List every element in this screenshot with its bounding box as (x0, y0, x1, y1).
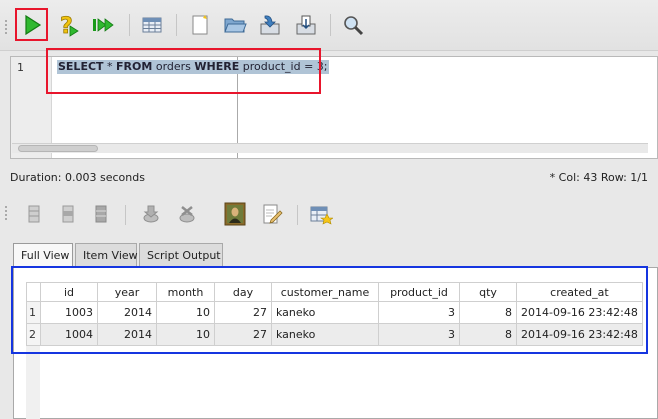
column-button[interactable] (88, 201, 114, 227)
editor-horizontal-scrollbar[interactable] (12, 143, 648, 153)
commit-button[interactable] (138, 201, 164, 227)
save-button[interactable] (257, 12, 283, 38)
pencil-document-icon (263, 204, 283, 224)
run-button-highlight (15, 8, 48, 41)
tab-script-output[interactable]: Script Output (139, 243, 223, 267)
save-as-icon (296, 15, 316, 35)
mona-lisa-image-icon (224, 202, 246, 226)
results-highlight (11, 266, 648, 354)
toolbar-separator (176, 14, 177, 36)
magnifier-icon (344, 16, 364, 36)
toolbar-separator (330, 14, 331, 36)
duration-label: Duration: 0.003 seconds (10, 171, 145, 184)
line-number: 1 (17, 61, 24, 74)
edit-button[interactable] (259, 201, 285, 227)
toolbar-grip[interactable] (5, 18, 8, 36)
delete-row-icon (62, 205, 74, 223)
column-icon (95, 205, 107, 223)
run-script-button[interactable] (92, 12, 118, 38)
table-icon (142, 17, 162, 33)
explain-plan-button[interactable]: ? (55, 12, 81, 38)
results-toolbar (0, 195, 658, 233)
save-as-button[interactable] (293, 12, 319, 38)
image-view-button[interactable] (222, 201, 248, 227)
delete-row-button[interactable] (55, 201, 81, 227)
toolbar-separator (129, 14, 130, 36)
cursor-position-label: * Col: 43 Row: 1/1 (549, 171, 648, 184)
yellow-question-icon: ? (60, 14, 79, 37)
export-table-icon (310, 206, 333, 225)
open-button[interactable] (222, 12, 248, 38)
tab-full-view[interactable]: Full View (13, 243, 73, 268)
insert-row-icon (28, 205, 40, 223)
rollback-button[interactable] (174, 201, 200, 227)
insert-row-button[interactable] (21, 201, 47, 227)
tab-item-view[interactable]: Item View (75, 243, 138, 267)
rollback-icon (179, 206, 195, 223)
toolbar-separator (297, 205, 298, 225)
save-arrow-icon (260, 15, 280, 35)
new-file-icon (192, 15, 208, 35)
toolbar-grip[interactable] (5, 204, 8, 222)
commit-icon (143, 205, 159, 223)
folder-icon (224, 18, 247, 33)
toolbar-separator (125, 205, 126, 225)
grid-options-button[interactable] (139, 12, 165, 38)
new-button[interactable] (187, 12, 213, 38)
export-button[interactable] (308, 201, 334, 227)
scrollbar-thumb[interactable] (18, 145, 98, 152)
double-play-icon (93, 18, 114, 32)
find-button[interactable] (340, 12, 366, 38)
main-toolbar: ? (0, 0, 658, 51)
sql-highlight (46, 48, 321, 94)
